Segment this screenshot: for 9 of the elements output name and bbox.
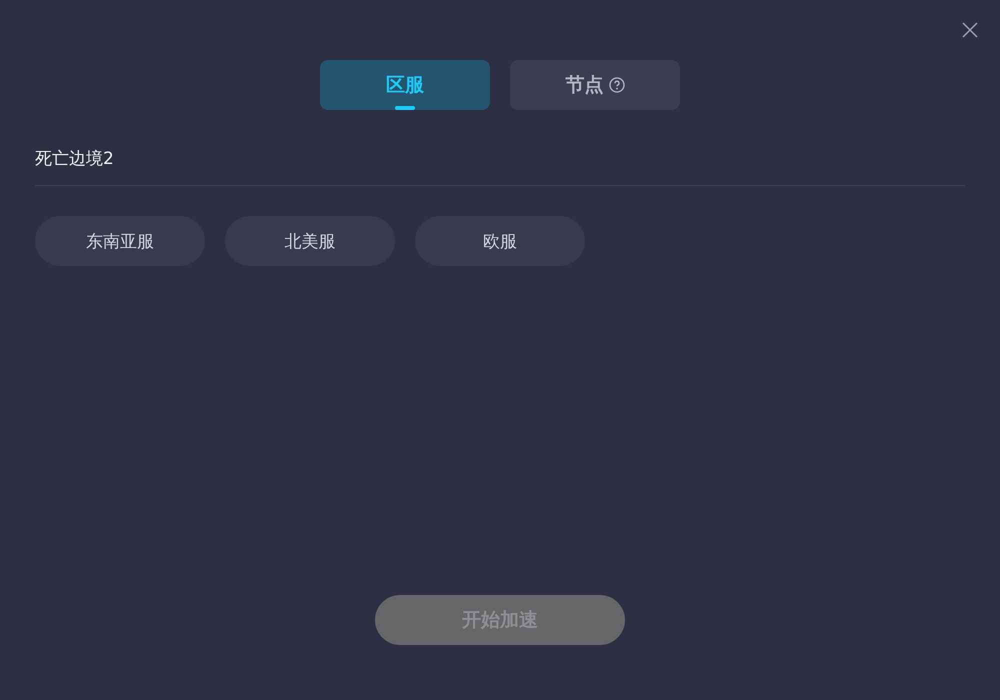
close-icon[interactable]: [962, 22, 978, 38]
tab[interactable]: 区服: [320, 60, 490, 110]
region-option[interactable]: 北美服: [225, 216, 395, 266]
help-icon[interactable]: [608, 77, 624, 93]
region-option[interactable]: 东南亚服: [35, 216, 205, 266]
active-indicator: [395, 106, 415, 110]
region-option[interactable]: 欧服: [415, 216, 585, 266]
game-title: 死亡边境2: [35, 147, 965, 186]
tab[interactable]: 节点: [510, 60, 680, 110]
